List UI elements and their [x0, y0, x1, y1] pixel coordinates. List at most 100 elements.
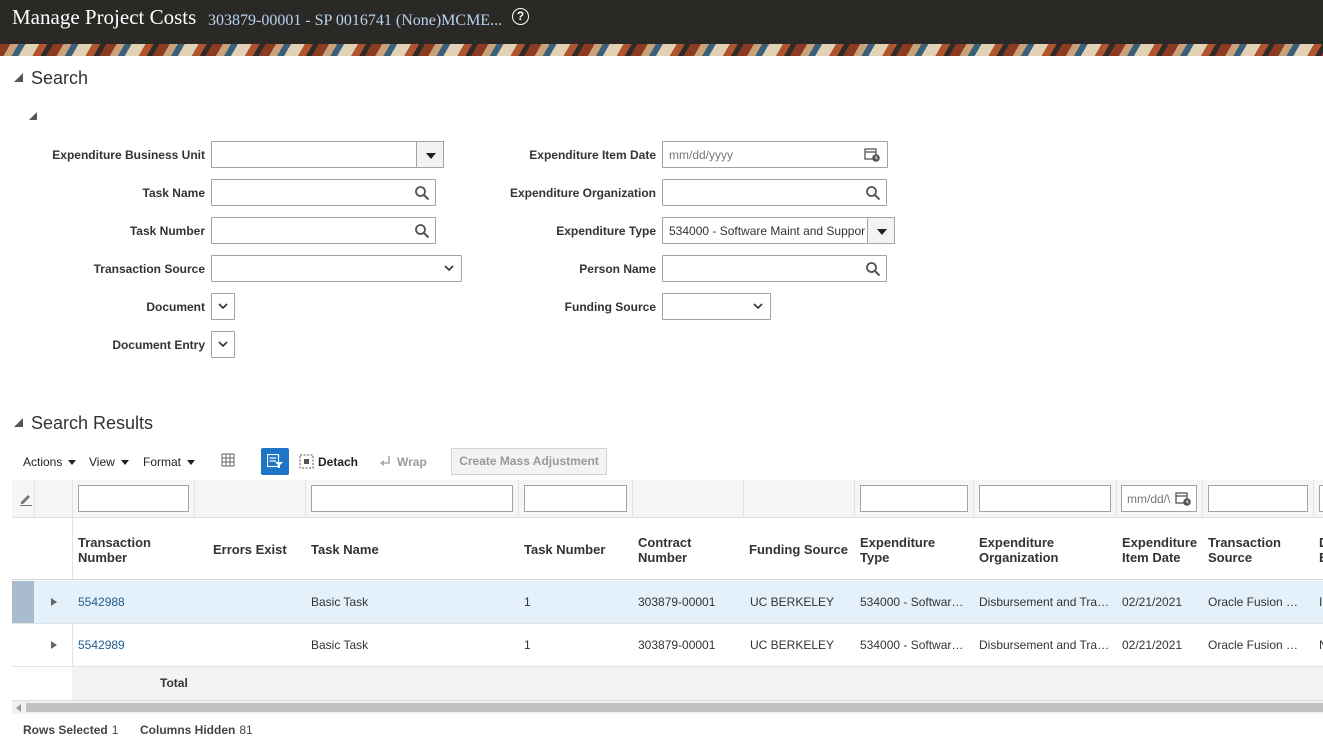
expenditure-type-label: Expenditure Type	[556, 224, 656, 238]
edit-pencil-icon[interactable]	[19, 492, 33, 506]
horizontal-scrollbar[interactable]	[12, 700, 1323, 714]
expand-row-icon[interactable]	[51, 598, 57, 606]
collapse-icon	[14, 417, 23, 427]
col-transaction-number[interactable]: Transaction Number	[78, 535, 151, 565]
col-transaction-source[interactable]: Transaction Source	[1208, 535, 1281, 565]
filter-next-column[interactable]	[1319, 485, 1323, 512]
freeze-icon[interactable]	[221, 453, 237, 469]
expenditure-business-unit-input[interactable]	[211, 141, 444, 168]
caret-down-icon	[68, 460, 77, 466]
expenditure-business-unit-label: Expenditure Business Unit	[52, 148, 205, 162]
col-funding-source[interactable]: Funding Source	[749, 542, 848, 557]
dropdown-button[interactable]	[867, 217, 895, 244]
expenditure-item-date-input[interactable]: mm/dd/yyyy	[662, 141, 888, 168]
filter-expenditure-item-date[interactable]: mm/dd/\	[1121, 485, 1197, 512]
filter-transaction-number[interactable]	[78, 485, 189, 512]
total-label: Total	[160, 676, 188, 690]
col-errors-exist[interactable]: Errors Exist	[213, 542, 287, 557]
table-row[interactable]: 5542988 Basic Task 1 303879-00001 UC BER…	[12, 581, 1323, 624]
disclosure-icon	[29, 111, 37, 120]
caret-down-icon	[187, 460, 196, 466]
search-results-header[interactable]: Search Results	[14, 413, 153, 434]
query-by-example-icon	[267, 454, 283, 468]
person-name-label: Person Name	[579, 262, 656, 276]
col-task-name[interactable]: Task Name	[311, 542, 379, 557]
query-by-example-button[interactable]	[261, 448, 289, 475]
help-icon[interactable]: ?	[512, 8, 529, 25]
page-title: Manage Project Costs	[12, 5, 197, 29]
document-label: Document	[146, 300, 205, 314]
project-context[interactable]: 303879-00001 - SP 0016741 (None)MCME...	[208, 12, 502, 30]
collapse-icon	[14, 72, 23, 82]
filter-row: mm/dd/\	[12, 480, 1323, 518]
rows-selected: Rows Selected 1	[23, 723, 119, 737]
chevron-down-icon	[218, 341, 228, 348]
search-icon[interactable]	[414, 185, 430, 201]
chevron-down-icon	[218, 303, 228, 310]
search-icon[interactable]	[865, 261, 881, 277]
caret-down-icon	[426, 153, 436, 159]
calendar-icon[interactable]	[864, 147, 881, 163]
transaction-number-link[interactable]: 5542989	[78, 638, 125, 652]
search-results-title: Search Results	[31, 413, 154, 433]
create-mass-adjustment-button[interactable]: Create Mass Adjustment	[451, 448, 607, 475]
chevron-down-icon	[753, 303, 763, 310]
col-next-partial[interactable]: DE	[1319, 535, 1323, 565]
col-contract-number[interactable]: Contract Number	[638, 535, 691, 565]
detach-icon	[299, 454, 314, 469]
funding-source-label: Funding Source	[564, 300, 656, 314]
transaction-source-select[interactable]	[211, 255, 462, 282]
expenditure-organization-label: Expenditure Organization	[509, 186, 656, 200]
search-section-title: Search	[31, 68, 89, 88]
task-name-label: Task Name	[142, 186, 205, 200]
document-entry-label: Document Entry	[112, 338, 205, 352]
row-selector[interactable]	[12, 581, 34, 623]
col-expenditure-organization[interactable]: Expenditure Organization	[979, 535, 1058, 565]
funding-source-select[interactable]	[662, 293, 771, 320]
transaction-number-link[interactable]: 5542988	[78, 595, 125, 609]
view-menu[interactable]: View	[89, 455, 129, 469]
caret-down-icon	[877, 229, 887, 235]
task-number-input[interactable]	[211, 217, 436, 244]
document-select[interactable]	[211, 293, 235, 320]
search-icon[interactable]	[414, 223, 430, 239]
format-menu[interactable]: Format	[143, 455, 196, 469]
detach-button[interactable]: Detach	[299, 454, 358, 470]
table-row[interactable]: 5542989 Basic Task 1 303879-00001 UC BER…	[12, 624, 1323, 667]
document-entry-select[interactable]	[211, 331, 235, 358]
wrap-button[interactable]: Wrap	[379, 455, 427, 469]
col-task-number[interactable]: Task Number	[524, 542, 605, 557]
scrollbar-thumb[interactable]	[26, 703, 1323, 712]
filter-expenditure-organization[interactable]	[979, 485, 1111, 512]
task-name-input[interactable]	[211, 179, 436, 206]
transaction-source-label: Transaction Source	[93, 262, 205, 276]
results-table: mm/dd/\ Transaction Number Errors Exist T…	[12, 480, 1323, 700]
actions-menu[interactable]: Actions	[23, 455, 77, 469]
col-expenditure-item-date[interactable]: Expenditure Item Date	[1122, 535, 1197, 565]
filter-task-name[interactable]	[311, 485, 513, 512]
person-name-input[interactable]	[662, 255, 887, 282]
task-number-label: Task Number	[129, 224, 205, 238]
dropdown-button[interactable]	[416, 141, 444, 168]
scroll-left-icon[interactable]	[16, 704, 21, 712]
expand-row-icon[interactable]	[51, 641, 57, 649]
total-row: Total	[72, 667, 1323, 700]
columns-hidden: Columns Hidden 81	[140, 723, 253, 737]
app-header: Manage Project Costs 303879-00001 - SP 0…	[0, 0, 1323, 44]
caret-down-icon	[120, 460, 129, 466]
search-section-header[interactable]: Search	[14, 68, 88, 89]
wrap-icon	[380, 456, 390, 467]
expenditure-organization-input[interactable]	[662, 179, 887, 206]
advanced-toggle[interactable]	[29, 110, 45, 124]
search-icon[interactable]	[865, 185, 881, 201]
expenditure-item-date-label: Expenditure Item Date	[529, 148, 656, 162]
expenditure-type-input[interactable]: 534000 - Software Maint and Suppor	[662, 217, 895, 244]
col-expenditure-type[interactable]: Expenditure Type	[860, 535, 935, 565]
filter-task-number[interactable]	[524, 485, 627, 512]
decorative-banner	[0, 44, 1323, 56]
calendar-icon[interactable]	[1175, 491, 1192, 507]
chevron-down-icon	[444, 265, 454, 272]
table-header-row: Transaction Number Errors Exist Task Name…	[12, 518, 1323, 580]
filter-expenditure-type[interactable]	[860, 485, 968, 512]
filter-transaction-source[interactable]	[1208, 485, 1308, 512]
